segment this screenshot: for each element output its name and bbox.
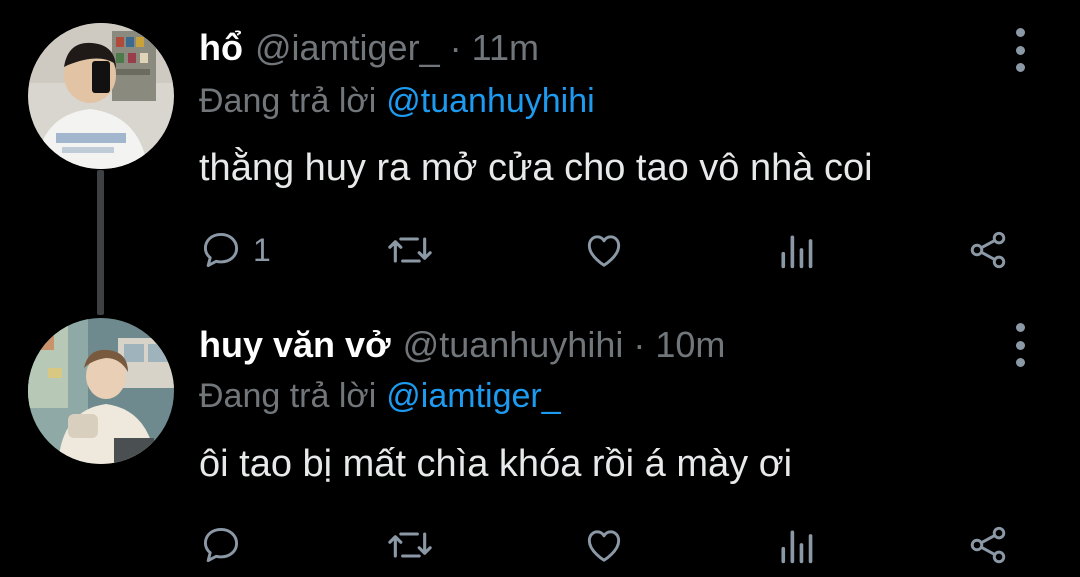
display-name[interactable]: hổ xyxy=(199,27,243,68)
share-icon xyxy=(966,228,1010,272)
retweet-icon xyxy=(386,228,434,272)
avatar[interactable] xyxy=(28,23,174,169)
display-name[interactable]: huy văn vở xyxy=(199,324,391,365)
separator-dot: · xyxy=(449,27,462,68)
tweet[interactable]: hổ @iamtiger_ · 11m Đang trả lời @tuanhuyhih… xyxy=(0,0,1080,300)
mention-link[interactable]: @iamtiger_ xyxy=(386,377,560,415)
replying-to: Đang trả lời @tuanhuyhihi xyxy=(199,78,595,124)
tweet-text: ôi tao bị mất chìa khóa rồi á mày ơi xyxy=(199,443,793,485)
replying-to: Đang trả lời @iamtiger_ xyxy=(199,373,561,419)
reply-button[interactable] xyxy=(199,515,253,575)
like-button[interactable] xyxy=(582,515,626,575)
reply-count: 1 xyxy=(253,231,271,268)
analytics-button[interactable] xyxy=(776,515,816,575)
retweet-button[interactable] xyxy=(386,220,434,280)
analytics-icon xyxy=(776,228,816,272)
timestamp[interactable]: 11m xyxy=(472,27,539,68)
tweet-header: huy văn vở @tuanhuyhihi · 10m xyxy=(199,320,725,370)
more-icon[interactable] xyxy=(1010,323,1030,367)
reply-button[interactable]: 1 xyxy=(199,220,271,280)
tweet-header: hổ @iamtiger_ · 11m xyxy=(199,23,539,73)
like-icon xyxy=(582,523,626,567)
tweet-actions: 1 xyxy=(0,220,1080,280)
analytics-button[interactable] xyxy=(776,220,816,280)
separator-dot: · xyxy=(633,324,646,365)
tweet-text: thằng huy ra mở cửa cho tao vô nhà coi xyxy=(199,147,873,189)
replying-to-label: Đang trả lời xyxy=(199,377,377,415)
retweet-button[interactable] xyxy=(386,515,434,575)
reply-icon xyxy=(199,228,243,272)
user-handle[interactable]: @iamtiger_ xyxy=(255,27,440,68)
share-button[interactable] xyxy=(966,515,1010,575)
reply-icon xyxy=(199,523,243,567)
like-button[interactable] xyxy=(582,220,626,280)
analytics-icon xyxy=(776,523,816,567)
tweet[interactable]: huy văn vở @tuanhuyhihi · 10m Đang trả lời @… xyxy=(0,300,1080,577)
retweet-icon xyxy=(386,523,434,567)
avatar[interactable] xyxy=(28,318,174,464)
share-icon xyxy=(966,523,1010,567)
share-button[interactable] xyxy=(966,220,1010,280)
like-icon xyxy=(582,228,626,272)
more-icon[interactable] xyxy=(1010,28,1030,72)
user-handle[interactable]: @tuanhuyhihi xyxy=(403,324,624,365)
replying-to-label: Đang trả lời xyxy=(199,82,377,120)
mention-link[interactable]: @tuanhuyhihi xyxy=(386,82,594,120)
timestamp[interactable]: 10m xyxy=(655,324,725,365)
tweet-actions xyxy=(0,515,1080,575)
